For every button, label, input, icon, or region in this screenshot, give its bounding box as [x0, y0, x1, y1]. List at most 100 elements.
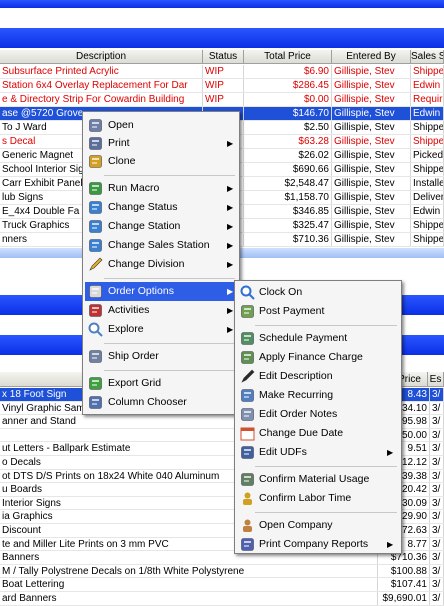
- menu-item-label: Change Division: [108, 258, 185, 270]
- recurring-icon: [240, 388, 255, 403]
- menu-item-label: Confirm Labor Time: [259, 492, 352, 504]
- cell-entered-by: Gillispie, Stev: [332, 233, 411, 246]
- company-icon: [240, 518, 255, 533]
- cell-entered-by: Gillispie, Stev: [332, 219, 411, 232]
- cell-total-price: $286.45: [244, 79, 332, 92]
- cell-sales-station: Edwin Ins: [411, 205, 444, 218]
- menu-separator: [255, 512, 397, 513]
- table-row[interactable]: Station 6x4 Overlay Replacement For Dar W…: [0, 79, 444, 93]
- menu-item-label: Apply Finance Charge: [259, 351, 363, 363]
- cell-entered-by: Gillispie, Stev: [332, 79, 411, 92]
- submenu-arrow-icon: ▶: [227, 139, 234, 148]
- cell-description: Subsurface Printed Acrylic: [0, 65, 203, 78]
- submenu-arrow-icon: ▶: [227, 260, 234, 269]
- table-row[interactable]: Boat Lettering $107.41 3/: [0, 578, 444, 592]
- menu-item-open-company[interactable]: Open Company: [235, 516, 401, 535]
- cell-total-price: $690.66: [244, 163, 332, 176]
- magnifier-icon: [88, 322, 103, 337]
- menu-item-run-macro[interactable]: Run Macro ▶: [83, 179, 239, 198]
- menu-item-change-division[interactable]: Change Division ▶: [83, 255, 239, 274]
- printer-icon: [88, 136, 103, 151]
- col-sales-station[interactable]: Sales S: [411, 50, 444, 63]
- menu-item-change-status[interactable]: Change Status ▶: [83, 198, 239, 217]
- lower-col-es[interactable]: Es: [428, 372, 444, 386]
- menu-item-print-company-reports[interactable]: Print Company Reports ▶: [235, 535, 401, 554]
- menu-item-export-grid[interactable]: Export Grid: [83, 374, 239, 393]
- table-row[interactable]: M / Tally Polystrene Decals on 1/8th Whi…: [0, 564, 444, 579]
- menu-item-clone[interactable]: Clone: [83, 152, 239, 171]
- menu-item-clock-on[interactable]: Clock On: [235, 283, 401, 302]
- menu-item-change-station[interactable]: Change Station ▶: [83, 217, 239, 236]
- table-row[interactable]: ard Banners $9,690.01 3/: [0, 592, 444, 606]
- cell-total-price: $6.90: [244, 65, 332, 78]
- menu-item-print[interactable]: Print ▶: [83, 134, 239, 153]
- cell-sales-station: Shipped: [413, 121, 444, 134]
- cell-status: WIP: [203, 93, 244, 106]
- menu-item-label: Open Company: [259, 519, 333, 531]
- menu-item-open[interactable]: Open: [83, 116, 239, 135]
- menu-item-schedule-payment[interactable]: Schedule Payment: [235, 329, 401, 348]
- calendar-icon: [240, 426, 255, 441]
- col-status[interactable]: Status: [203, 50, 244, 63]
- cell-price: $107.41: [378, 578, 430, 591]
- menu-item-activities[interactable]: Activities ▶: [83, 301, 239, 320]
- cell-est: 3/: [430, 415, 444, 428]
- cell-entered-by: Gillispie, Stev: [332, 93, 411, 106]
- menu-separator: [104, 343, 235, 344]
- menu-item-column-chooser[interactable]: Column Chooser: [83, 393, 239, 412]
- menu-item-change-sales-station[interactable]: Change Sales Station ▶: [83, 236, 239, 255]
- menu-item-edit-udfs[interactable]: Edit UDFs ▶: [235, 443, 401, 462]
- menu-item-change-due-date[interactable]: Change Due Date: [235, 424, 401, 443]
- grid-header: Description Status Total Price Entered B…: [0, 50, 444, 64]
- cell-total-price: $63.28: [244, 135, 332, 148]
- table-row[interactable]: e & Directory Strip For Cowardin Buildin…: [0, 93, 444, 107]
- menu-item-label: Make Recurring: [259, 389, 334, 401]
- col-description[interactable]: Description: [0, 50, 203, 63]
- menu-item-ship-order[interactable]: Ship Order: [83, 347, 239, 366]
- menu-item-explore[interactable]: Explore ▶: [83, 320, 239, 339]
- cell-sales-station: Deliver: [413, 191, 444, 204]
- menu-item-label: Change Due Date: [259, 427, 344, 439]
- cell-total-price: $26.02: [244, 149, 332, 162]
- submenu-arrow-icon: ▶: [227, 184, 234, 193]
- udf-icon: [240, 445, 255, 460]
- menu-separator: [255, 325, 397, 326]
- col-total-price[interactable]: Total Price: [244, 50, 332, 63]
- menu-item-label: Open: [108, 119, 134, 131]
- menu-item-confirm-material-usage[interactable]: Confirm Material Usage: [235, 470, 401, 489]
- cell-sales-station: Edwin Ins: [411, 107, 444, 120]
- cell-entered-by: Gillispie, Stev: [332, 191, 411, 204]
- menu-item-confirm-labor-time[interactable]: Confirm Labor Time: [235, 489, 401, 508]
- menu-item-make-recurring[interactable]: Make Recurring: [235, 386, 401, 405]
- payment-icon: [240, 304, 255, 319]
- columns-icon: [88, 395, 103, 410]
- submenu-arrow-icon: ▶: [227, 287, 234, 296]
- menu-item-edit-description[interactable]: Edit Description: [235, 367, 401, 386]
- sales-station-icon: [88, 238, 103, 253]
- menu-item-apply-finance-charge[interactable]: Apply Finance Charge: [235, 348, 401, 367]
- submenu-arrow-icon: ▶: [227, 222, 234, 231]
- menu-item-label: Clock On: [259, 286, 303, 298]
- cell-entered-by: Gillispie, Stev: [332, 149, 411, 162]
- finance-icon: [240, 350, 255, 365]
- menu-item-post-payment[interactable]: Post Payment: [235, 302, 401, 321]
- cell-sales-station: Shipped: [413, 135, 444, 148]
- status-icon: [88, 200, 103, 215]
- cell-total-price: $2,548.47: [244, 177, 332, 190]
- menu-item-label: Column Chooser: [108, 396, 187, 408]
- table-row[interactable]: Subsurface Printed Acrylic WIP $6.90 Gillis…: [0, 65, 444, 79]
- col-entered-by[interactable]: Entered By: [332, 50, 411, 63]
- cell-entered-by: Gillispie, Stev: [332, 163, 411, 176]
- menu-item-label: Edit Order Notes: [259, 408, 338, 420]
- cell-est: 3/: [430, 401, 444, 415]
- cell-est: 3/: [430, 592, 444, 605]
- menu-item-label: Clone: [108, 155, 136, 167]
- cell-total-price: $146.70: [244, 107, 332, 120]
- cell-total-price: $2.50: [244, 121, 332, 134]
- cell-entered-by: Gillispie, Stev: [332, 65, 411, 78]
- menu-item-edit-order-notes[interactable]: Edit Order Notes: [235, 405, 401, 424]
- cell-price: $100.88: [378, 564, 430, 578]
- menu-separator: [104, 175, 235, 176]
- cell-entered-by: Gillispie, Stev: [332, 121, 411, 134]
- menu-item-order-options[interactable]: Order Options ▶: [85, 282, 237, 301]
